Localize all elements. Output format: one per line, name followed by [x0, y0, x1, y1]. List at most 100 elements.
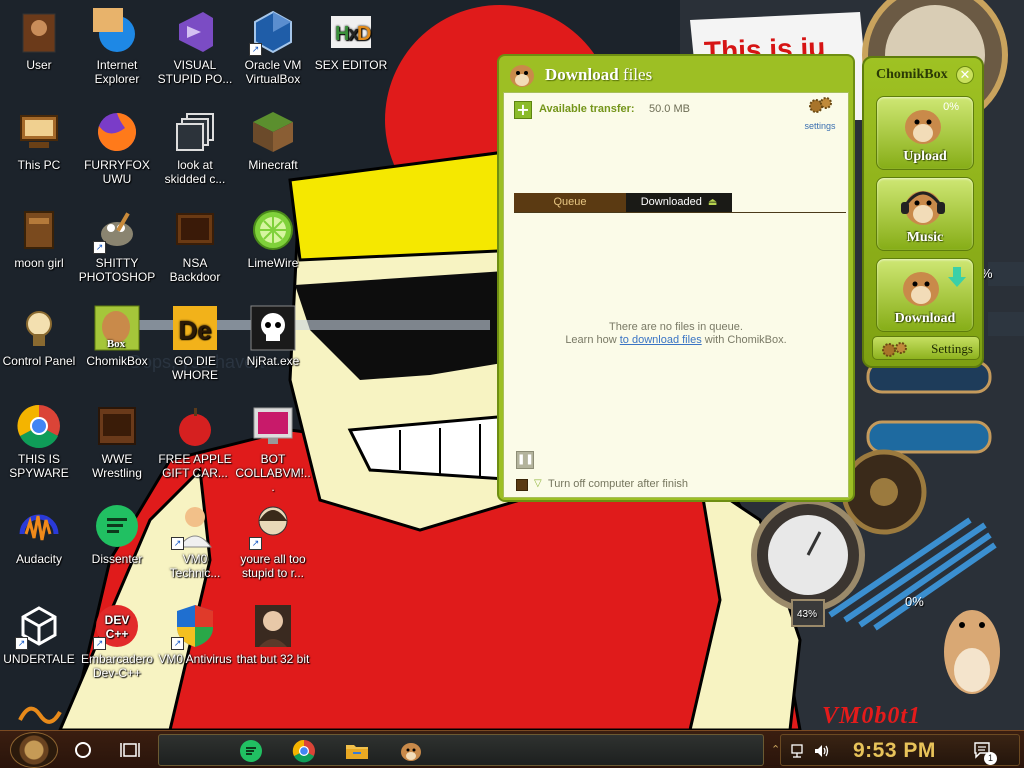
taskbar-clock[interactable]: 9:53 PM	[853, 739, 936, 763]
shield-icon: ↗	[171, 602, 219, 650]
internet-explorer-icon	[93, 8, 141, 56]
settings-link-label: settings	[804, 121, 836, 131]
available-transfer-value: 50.0 MB	[649, 103, 690, 115]
desktop-icon-dexpot[interactable]: De GO DIE WHORE	[156, 304, 234, 382]
desktop-icon-label: Embarcadero Dev-C++	[80, 652, 154, 680]
desktop-icon-label: youre all too stupid to r...	[240, 552, 306, 580]
svg-text:D: D	[357, 23, 371, 45]
pause-button[interactable]: ❚❚	[516, 451, 534, 469]
desktop-icon-label: Oracle VM VirtualBox	[244, 58, 302, 86]
chomikbox-title: ChomikBox	[876, 67, 948, 82]
turn-off-label: Turn off computer after finish	[548, 478, 689, 490]
desktop-icon-devcpp[interactable]: DEV C++ ↗ Embarcadero Dev-C++	[78, 602, 156, 680]
desktop-icon-vm0-antivirus[interactable]: ↗ VM0 Antivirus	[156, 602, 234, 666]
desktop-icon-label: This PC	[17, 158, 61, 172]
network-icon[interactable]	[791, 743, 807, 759]
desktop-icon-limewire[interactable]: LimeWire	[234, 206, 312, 270]
download-button[interactable]: Download	[876, 258, 974, 332]
close-icon[interactable]: ✕	[956, 66, 974, 84]
settings-link[interactable]: settings	[800, 95, 840, 131]
desktop-icon-nsa-backdoor[interactable]: NSA Backdoor	[156, 206, 234, 284]
desktop-icon-control-panel[interactable]: Control Panel	[0, 304, 78, 368]
desktop-icon-chomikbox[interactable]: Box ChomikBox	[78, 304, 156, 368]
desktop-icon-njrat[interactable]: NjRat.exe	[234, 304, 312, 368]
desktop-icon-label: VISUAL STUPID PO...	[157, 58, 233, 86]
desktop-icon-label: Dissenter	[91, 552, 143, 566]
desktop-icon-undertale[interactable]: ↗ UNDERTALE	[0, 602, 78, 666]
shortcut-arrow-icon: ↗	[93, 241, 106, 254]
skull-icon	[249, 304, 297, 352]
shortcut-arrow-icon: ↗	[249, 537, 262, 550]
download-help-link[interactable]: to download files	[620, 334, 702, 346]
devcpp-icon: DEV C++ ↗	[93, 602, 141, 650]
dissenter-icon	[93, 502, 141, 550]
chomikbox-settings-label: Settings	[931, 341, 973, 356]
taskbar-dissenter-icon[interactable]	[239, 739, 263, 763]
cortana-search-icon[interactable]	[75, 742, 91, 758]
download-files-window[interactable]: Download files + Available transfer: 50.…	[497, 54, 855, 502]
desktop-icon-virtualbox[interactable]: ↗ Oracle VM VirtualBox	[234, 8, 312, 86]
desktop-icon-apple[interactable]: FREE APPLE GIFT CAR...	[156, 402, 234, 480]
shortcut-arrow-icon: ↗	[93, 637, 106, 650]
taskbar-chomikbox-icon[interactable]	[399, 739, 423, 763]
desktop-icon-label: VM0 Technic...	[169, 552, 221, 580]
music-button[interactable]: Music	[876, 177, 974, 251]
task-view-icon[interactable]	[120, 740, 140, 760]
desktop-icon-skidded[interactable]: look at skidded c...	[156, 108, 234, 186]
desktop-icon-label: moon girl	[14, 256, 64, 270]
triangle-down-icon: ▽	[534, 478, 542, 489]
nsa-backdoor-icon	[171, 206, 219, 254]
desktop-icon-label: Minecraft	[248, 158, 298, 172]
start-button[interactable]	[10, 732, 58, 768]
desktop-icon-chrome[interactable]: THIS IS SPYWARE	[0, 402, 78, 480]
taskbar-file-explorer-icon[interactable]	[345, 739, 369, 763]
desktop-icon-user[interactable]: User	[0, 8, 78, 72]
window-title-rest: files	[622, 65, 653, 84]
desktop-icon-dissenter[interactable]: Dissenter	[78, 502, 156, 566]
add-transfer-icon[interactable]: +	[514, 101, 532, 119]
desktop-icon-wwe[interactable]: WWE Wrestling	[78, 402, 156, 480]
desktop-icon-internet-explorer[interactable]: Internet Explorer	[78, 8, 156, 86]
desktop-icon-label: NSA Backdoor	[169, 256, 221, 284]
visual-studio-icon	[171, 8, 219, 56]
monitor-icon	[249, 402, 297, 450]
turn-off-checkbox[interactable]	[516, 479, 528, 491]
desktop-icon-audacity[interactable]: Audacity	[0, 502, 78, 566]
hamster-download-icon	[903, 272, 939, 306]
desktop-icon-visual-studio[interactable]: VISUAL STUPID PO...	[156, 8, 234, 86]
desktop-icon-label: GO DIE WHORE	[172, 354, 218, 382]
desktop-icon-label: Internet Explorer	[94, 58, 140, 86]
gimp-icon: ↗	[93, 206, 141, 254]
desktop-icon-gimp[interactable]: ↗ SHITTY PHOTOSHOP	[78, 206, 156, 284]
desktop-icon-youre-all[interactable]: ↗ youre all too stupid to r...	[234, 502, 312, 580]
desktop-icon-label: ChomikBox	[86, 354, 148, 368]
chomikbox-settings-button[interactable]: Settings	[872, 336, 980, 360]
taskbar-chrome-icon[interactable]	[292, 739, 316, 763]
chrome-icon	[15, 402, 63, 450]
upload-button[interactable]: 0% Upload	[876, 96, 974, 170]
desktop-icon-hxd[interactable]: HxD SEX EDITOR	[312, 8, 390, 72]
empty-queue-line1: There are no files in queue.	[609, 321, 743, 333]
notification-count-badge: 1	[984, 752, 997, 765]
desktop-icon-bot-collabvm[interactable]: BOT COLLABVM!...	[234, 402, 312, 494]
desktop-icon-label: UNDERTALE	[3, 652, 75, 666]
tab-downloaded[interactable]: Downloaded ⏏	[626, 193, 732, 212]
svg-text:De: De	[178, 315, 211, 345]
desktop-icon-moon-girl[interactable]: moon girl	[0, 206, 78, 270]
desktop-icon-label: SEX EDITOR	[314, 58, 388, 72]
window-title-bold: Download	[545, 65, 619, 84]
desktop-icon-this-pc[interactable]: This PC	[0, 108, 78, 172]
limewire-icon	[249, 206, 297, 254]
desktop-icon-that-but-32bit[interactable]: that but 32 bit	[234, 602, 312, 666]
shortcut-arrow-icon: ↗	[171, 537, 184, 550]
chevron-up-icon[interactable]: ⌃	[771, 743, 780, 756]
tab-queue[interactable]: Queue	[514, 193, 626, 212]
desktop-icon-technician[interactable]: ↗ VM0 Technic...	[156, 502, 234, 580]
desktop-icon-minecraft[interactable]: Minecraft	[234, 108, 312, 172]
technician-icon: ↗	[171, 502, 219, 550]
this-pc-icon	[15, 108, 63, 156]
desktop-icon-firefox[interactable]: FURRYFOX UWU	[78, 108, 156, 186]
eject-icon: ⏏	[707, 197, 718, 208]
desktop-icon-label: SHITTY PHOTOSHOP	[78, 256, 156, 284]
volume-icon[interactable]	[813, 743, 831, 759]
